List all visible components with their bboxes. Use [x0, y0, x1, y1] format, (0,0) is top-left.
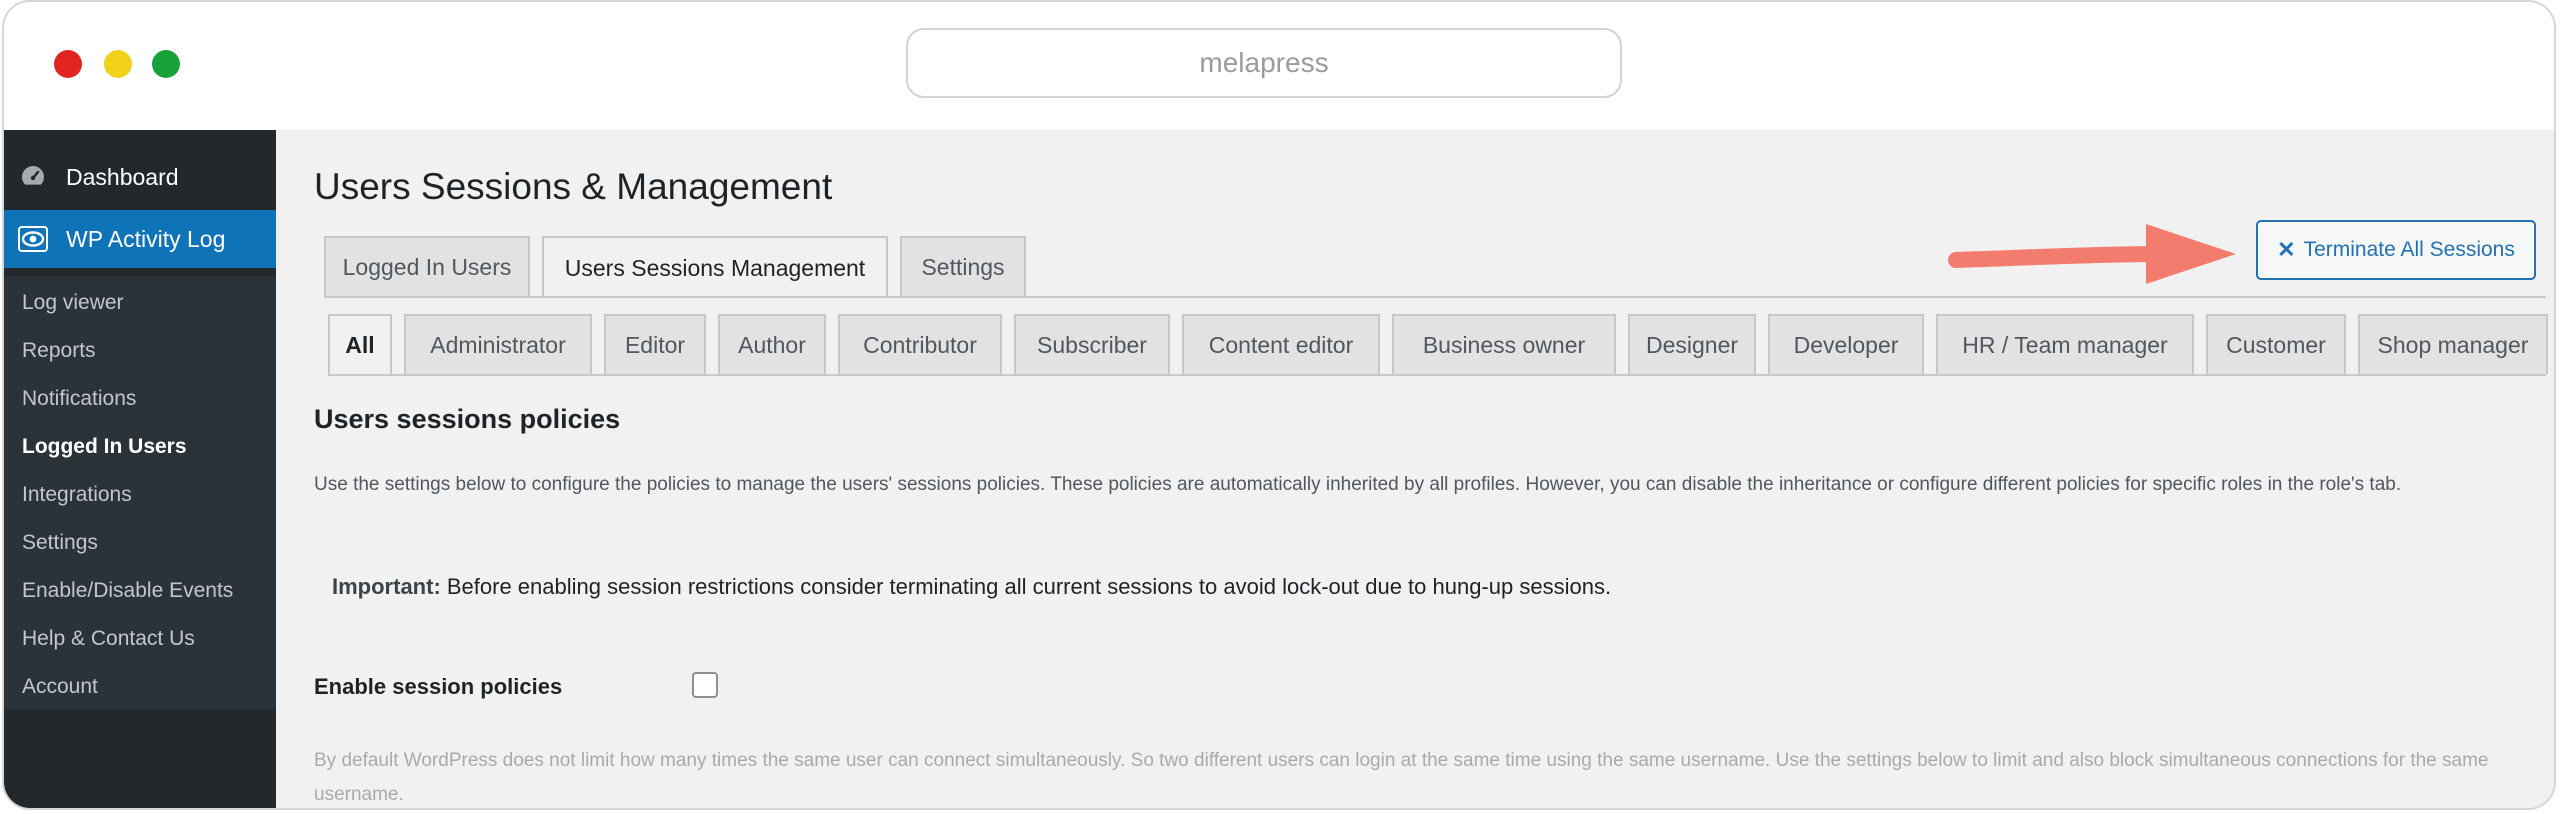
role-tab-all[interactable]: All — [328, 314, 392, 374]
eye-icon — [18, 224, 48, 254]
submenu-item-reports[interactable]: Reports — [22, 334, 96, 368]
tab-logged-in-users[interactable]: Logged In Users — [324, 236, 530, 296]
enable-session-policies-checkbox[interactable] — [692, 672, 718, 698]
browser-window: melapress Dashboard WP Activity Log Log … — [2, 0, 2556, 810]
browser-titlebar: melapress — [4, 2, 2554, 132]
tab-settings[interactable]: Settings — [900, 236, 1026, 296]
dashboard-gauge-icon — [18, 162, 48, 192]
role-tab-business-owner[interactable]: Business owner — [1392, 314, 1616, 374]
menu-item-dashboard-label: Dashboard — [66, 163, 179, 190]
menu-item-dashboard[interactable]: Dashboard — [4, 150, 276, 204]
important-notice: Important: Before enabling session restr… — [332, 574, 1611, 600]
submenu-item-notifications[interactable]: Notifications — [22, 382, 136, 416]
role-tab-contributor[interactable]: Contributor — [838, 314, 1002, 374]
admin-sidebar: Dashboard WP Activity Log Log viewer Rep… — [4, 130, 276, 808]
address-bar[interactable]: melapress — [906, 28, 1622, 98]
menu-item-wp-activity-log-label: WP Activity Log — [66, 225, 226, 252]
submenu-item-account[interactable]: Account — [22, 670, 98, 704]
role-tab-administrator[interactable]: Administrator — [404, 314, 592, 374]
role-tab-designer[interactable]: Designer — [1628, 314, 1756, 374]
submenu-item-integrations[interactable]: Integrations — [22, 478, 132, 512]
submenu-item-enable-disable-events[interactable]: Enable/Disable Events — [22, 574, 233, 608]
plugin-submenu: Log viewer Reports Notifications Logged … — [4, 276, 276, 710]
role-tab-shop-manager[interactable]: Shop manager — [2358, 314, 2548, 374]
submenu-item-logged-in-users[interactable]: Logged In Users — [22, 430, 187, 464]
enable-session-policies-label: Enable session policies — [314, 674, 563, 699]
section-description: Use the settings below to configure the … — [314, 474, 2402, 495]
submenu-item-log-viewer[interactable]: Log viewer — [22, 286, 124, 320]
maximize-window-button[interactable] — [152, 50, 180, 78]
role-tab-developer[interactable]: Developer — [1768, 314, 1924, 374]
close-window-button[interactable] — [54, 50, 82, 78]
menu-item-wp-activity-log[interactable]: WP Activity Log — [4, 210, 276, 268]
role-tab-content-editor[interactable]: Content editor — [1182, 314, 1380, 374]
section-title: Users sessions policies — [314, 404, 621, 434]
role-tab-author[interactable]: Author — [718, 314, 826, 374]
tab-users-sessions-management[interactable]: Users Sessions Management — [542, 236, 888, 298]
role-tab-customer[interactable]: Customer — [2206, 314, 2346, 374]
main-content: Users Sessions & Management Logged In Us… — [276, 130, 2554, 808]
default-behavior-description: By default WordPress does not limit how … — [314, 750, 2489, 805]
terminate-all-sessions-button[interactable]: ✕ Terminate All Sessions — [2256, 220, 2536, 280]
minimize-window-button[interactable] — [104, 50, 132, 78]
annotation-arrow-icon — [1948, 224, 2236, 284]
role-tab-hr-team-manager[interactable]: HR / Team manager — [1936, 314, 2194, 374]
role-tabs-divider — [328, 374, 2546, 376]
submenu-item-settings[interactable]: Settings — [22, 526, 98, 560]
important-notice-label: Important: — [332, 574, 441, 599]
terminate-all-sessions-label: Terminate All Sessions — [2303, 238, 2515, 261]
page-title: Users Sessions & Management — [314, 166, 833, 207]
role-tab-subscriber[interactable]: Subscriber — [1014, 314, 1170, 374]
role-tab-editor[interactable]: Editor — [604, 314, 706, 374]
close-icon: ✕ — [2277, 237, 2296, 262]
submenu-item-help-contact[interactable]: Help & Contact Us — [22, 622, 195, 656]
important-notice-text: Before enabling session restrictions con… — [440, 574, 1612, 599]
